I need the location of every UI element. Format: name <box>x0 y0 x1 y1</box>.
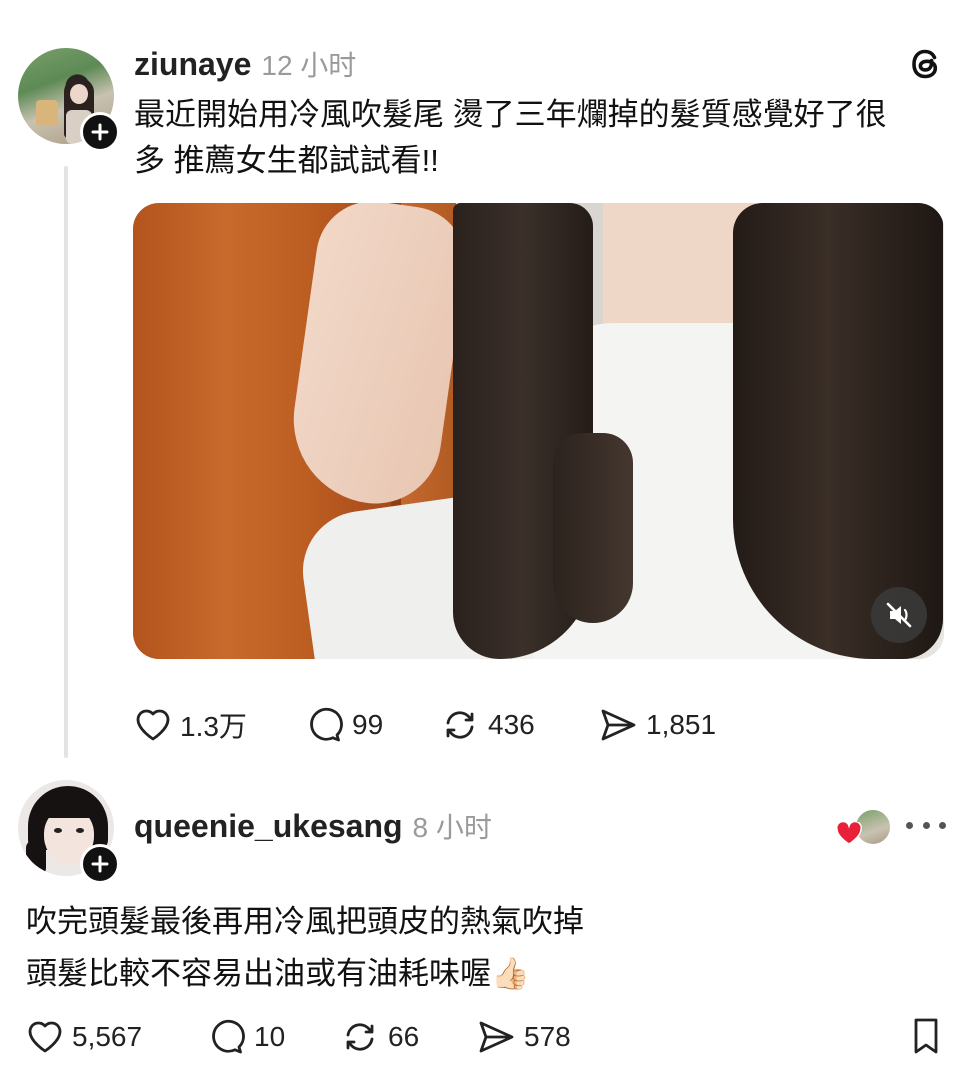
heart-icon <box>136 709 170 741</box>
speaker-muted-icon[interactable] <box>871 587 927 643</box>
follow-button[interactable] <box>80 844 120 884</box>
comment-button[interactable]: 99 <box>304 705 440 745</box>
send-icon <box>601 709 636 741</box>
reply-actions: 5,567 10 66 578 <box>26 1014 626 1060</box>
like-button[interactable]: 1.3万 <box>134 705 304 745</box>
comment-bubble-icon <box>310 707 343 742</box>
more-options-icon[interactable] <box>906 812 946 838</box>
reply-text-line: 頭髮比較不容易出油或有油耗味喔👍🏻 <box>26 956 530 991</box>
timestamp: 12 小时 <box>261 50 357 81</box>
share-button[interactable]: 1,851 <box>598 705 716 745</box>
post-text-line: 多 推薦女生都試試看!! <box>134 143 439 178</box>
heart-icon <box>836 822 862 845</box>
repost-icon <box>446 711 474 739</box>
repost-button[interactable]: 436 <box>440 705 598 745</box>
bookmark-icon[interactable] <box>908 1016 944 1056</box>
post-header: ziunaye 12 小时 <box>134 44 356 84</box>
repost-icon <box>346 1023 374 1051</box>
post-text-line: 最近開始用冷風吹髮尾 燙了三年爛掉的髮質感覺好了很 <box>134 97 887 132</box>
like-count: 5,567 <box>72 1021 143 1052</box>
repost-count: 436 <box>488 709 535 740</box>
author-liked-badge <box>836 808 892 846</box>
post-text: 最近開始用冷風吹髮尾 燙了三年爛掉的髮質感覺好了很 多 推薦女生都試試看!! <box>134 92 954 184</box>
comment-count: 10 <box>254 1021 286 1052</box>
follow-button[interactable] <box>80 112 120 152</box>
comment-button[interactable]: 10 <box>206 1017 340 1057</box>
share-count: 1,851 <box>646 709 717 740</box>
like-count: 1.3万 <box>180 711 247 742</box>
reply-text-line: 吹完頭髮最後再用冷風把頭皮的熱氣吹掉 <box>26 904 584 939</box>
send-icon <box>479 1021 514 1053</box>
thumbs-up-emoji: 👍🏻 <box>491 956 530 991</box>
comment-count: 99 <box>352 709 384 740</box>
share-count: 578 <box>524 1021 571 1052</box>
reply-header: queenie_ukesang 8 小时 <box>134 806 492 846</box>
threads-logo-icon[interactable] <box>906 44 946 84</box>
reply-text: 吹完頭髮最後再用冷風把頭皮的熱氣吹掉 頭髮比較不容易出油或有油耗味喔👍🏻 <box>26 896 926 1000</box>
timestamp: 8 小时 <box>412 812 492 843</box>
thread-line <box>64 166 68 758</box>
share-button[interactable]: 578 <box>476 1017 571 1057</box>
like-button[interactable]: 5,567 <box>26 1018 206 1056</box>
repost-count: 66 <box>388 1021 420 1052</box>
repost-button[interactable]: 66 <box>340 1017 476 1057</box>
heart-icon <box>28 1021 62 1053</box>
username[interactable]: ziunaye <box>134 46 251 83</box>
post-actions: 1.3万 99 436 1,851 <box>134 702 834 748</box>
post-video[interactable] <box>133 203 944 659</box>
username[interactable]: queenie_ukesang <box>134 808 403 845</box>
comment-bubble-icon <box>212 1019 245 1054</box>
